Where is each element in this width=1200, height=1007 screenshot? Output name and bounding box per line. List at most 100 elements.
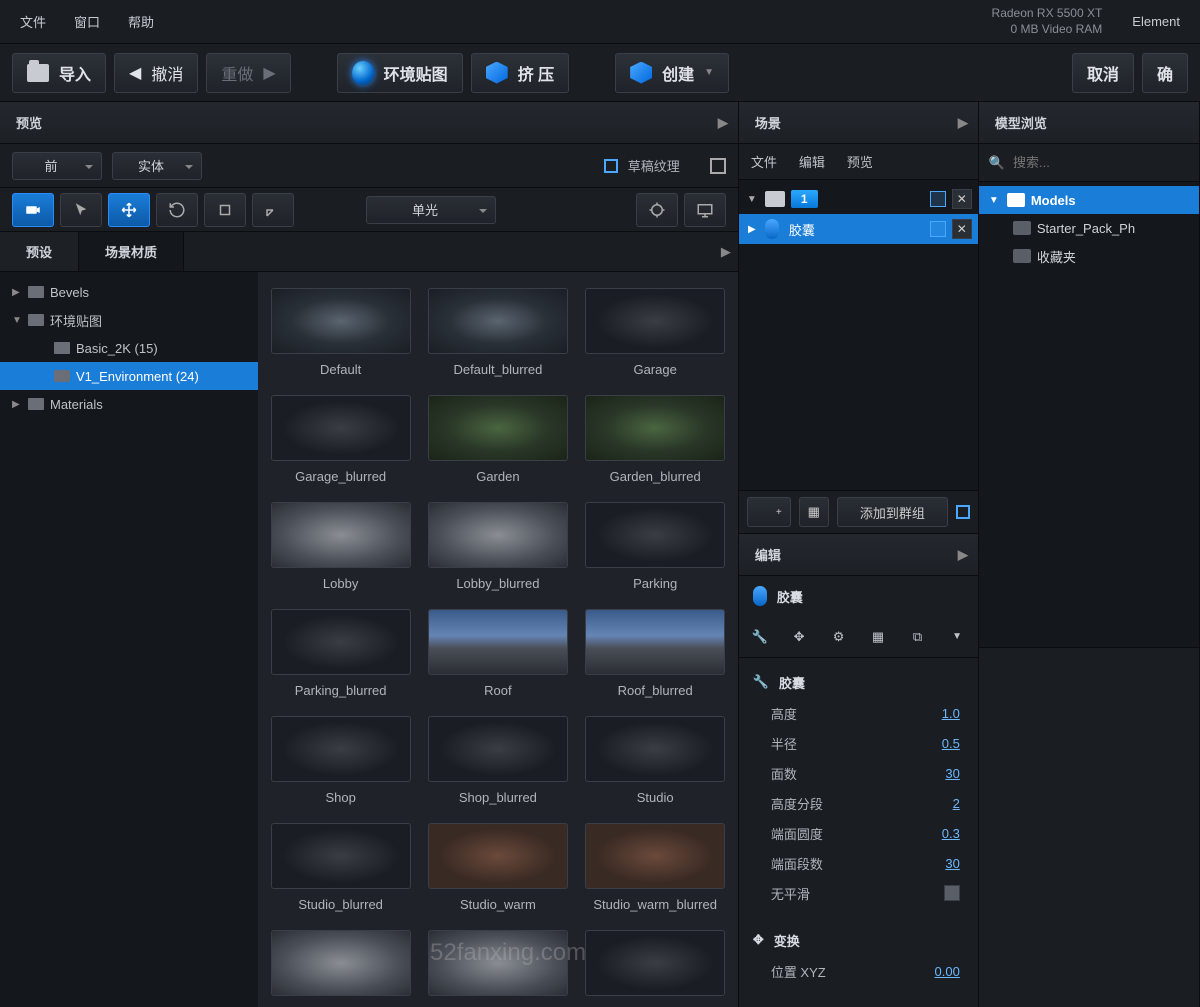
environment-button[interactable]: 环境贴图 <box>337 53 463 93</box>
property-value[interactable]: 2 <box>930 796 960 811</box>
view-dropdown[interactable]: 前 <box>12 152 102 180</box>
property-value[interactable]: 0.5 <box>930 736 960 751</box>
move-icon[interactable]: ✥ <box>788 624 810 650</box>
target-icon[interactable] <box>636 193 678 227</box>
anchor-tool[interactable] <box>252 193 294 227</box>
thumbnail-item[interactable]: Garage <box>583 288 728 377</box>
chevron-down-icon[interactable]: ▼ <box>745 194 759 205</box>
scene-group-row[interactable]: ▼ 1 ✕ <box>739 184 978 214</box>
search-row: 🔍 <box>979 144 1199 182</box>
property-value[interactable]: 30 <box>930 766 960 781</box>
thumbnail-item[interactable]: Studio_blurred <box>268 823 413 912</box>
visibility-toggle[interactable] <box>930 191 946 207</box>
chevron-right-icon[interactable]: ▶ <box>745 224 759 235</box>
browser-tabs: 预设 场景材质 ▶ <box>0 232 738 272</box>
delete-button[interactable]: ✕ <box>952 189 972 209</box>
chevron-down-icon: ▼ <box>704 67 714 78</box>
property-value[interactable]: 1.0 <box>930 706 960 721</box>
thumbnail-item[interactable]: Default <box>268 288 413 377</box>
models-favorites[interactable]: 收藏夹 <box>979 242 1199 270</box>
thumbnail-item[interactable]: Lobby <box>268 502 413 591</box>
gears-icon[interactable]: ⚙ <box>828 624 850 650</box>
property-row: 端面圆度0.3 <box>739 818 978 848</box>
thumbnail-item[interactable]: Shop <box>268 716 413 805</box>
delete-button[interactable]: ✕ <box>952 219 972 239</box>
cancel-button[interactable]: 取消 <box>1072 53 1134 93</box>
collapse-icon[interactable]: ▶ <box>714 102 732 143</box>
thumbnail-item[interactable] <box>583 930 728 1004</box>
tree-materials[interactable]: ▶Materials <box>0 390 258 418</box>
checker-icon[interactable]: ▦ <box>867 624 889 650</box>
tree-v1-environment[interactable]: V1_Environment (24) <box>0 362 258 390</box>
tree-bevels[interactable]: ▶Bevels <box>0 278 258 306</box>
layers-icon[interactable]: ⧉ <box>907 624 929 650</box>
checkbox-draft[interactable] <box>604 159 618 173</box>
thumbnail-item[interactable]: Garage_blurred <box>268 395 413 484</box>
light-dropdown[interactable]: 单光 <box>366 196 496 224</box>
thumbnail-label: Lobby_blurred <box>456 576 539 591</box>
property-value[interactable]: 30 <box>930 856 960 871</box>
models-starter[interactable]: Starter_Pack_Ph <box>979 214 1199 242</box>
thumbnail-item[interactable]: Roof <box>425 609 570 698</box>
add-to-group-button[interactable]: 添加到群组 <box>837 497 948 527</box>
tree-basic2k[interactable]: Basic_2K (15) <box>0 334 258 362</box>
tree-environment[interactable]: ▼环境贴图 <box>0 306 258 334</box>
scene-object-row[interactable]: ▶ 胶囊 ✕ <box>739 214 978 244</box>
undo-button[interactable]: ◀ 撤消 <box>114 53 198 93</box>
thumbnail-item[interactable]: Lobby_blurred <box>425 502 570 591</box>
checkbox[interactable] <box>956 505 970 519</box>
thumbnail-item[interactable]: Studio_warm_blurred <box>583 823 728 912</box>
thumbnail-item[interactable]: Garden <box>425 395 570 484</box>
menu-help[interactable]: 帮助 <box>128 12 154 31</box>
move-tool[interactable] <box>108 193 150 227</box>
collapse-icon[interactable]: ▶ <box>714 232 738 271</box>
grid-button[interactable]: ▦ <box>799 497 829 527</box>
fullscreen-icon[interactable] <box>710 158 726 174</box>
redo-button[interactable]: 重做 ▶ <box>206 53 290 93</box>
scene-menu-file[interactable]: 文件 <box>751 152 777 171</box>
camera-tool[interactable] <box>12 193 54 227</box>
thumbnail-item[interactable] <box>268 930 413 1004</box>
shade-dropdown[interactable]: 实体 <box>112 152 202 180</box>
thumbnail-item[interactable]: Studio_warm <box>425 823 570 912</box>
thumbnail-item[interactable]: Parking_blurred <box>268 609 413 698</box>
import-button[interactable]: 导入 <box>12 53 106 93</box>
thumbnail-item[interactable]: Roof_blurred <box>583 609 728 698</box>
tab-scene-materials[interactable]: 场景材质 <box>79 232 184 271</box>
select-tool[interactable] <box>60 193 102 227</box>
ok-button[interactable]: 确 <box>1142 53 1188 93</box>
cancel-label: 取消 <box>1087 61 1119 85</box>
property-value[interactable]: 0.3 <box>930 826 960 841</box>
checkbox[interactable] <box>944 885 960 901</box>
scale-tool[interactable] <box>204 193 246 227</box>
tree-bevels-label: Bevels <box>50 285 89 300</box>
add-folder-button[interactable]: + <box>747 497 791 527</box>
thumbnail-item[interactable]: Studio <box>583 716 728 805</box>
prop-no-smooth: 无平滑 <box>739 878 978 908</box>
thumbnail-item[interactable]: Default_blurred <box>425 288 570 377</box>
capsule-section-head[interactable]: 🔧 胶囊 <box>739 666 978 698</box>
collapse-icon[interactable]: ▶ <box>954 534 972 575</box>
thumbnail-item[interactable]: Shop_blurred <box>425 716 570 805</box>
chevron-down-icon[interactable]: ▼ <box>946 624 968 650</box>
rotate-tool[interactable] <box>156 193 198 227</box>
create-button[interactable]: 创建 ▼ <box>615 53 729 93</box>
position-value[interactable]: 0.00 <box>930 964 960 979</box>
thumbnail-item[interactable] <box>425 930 570 1004</box>
tab-presets[interactable]: 预设 <box>0 232 79 271</box>
extrude-button[interactable]: 挤 压 <box>471 53 569 93</box>
scene-menu-edit[interactable]: 编辑 <box>799 152 825 171</box>
menu-window[interactable]: 窗口 <box>74 12 100 31</box>
collapse-icon[interactable]: ▶ <box>954 102 972 143</box>
search-input[interactable] <box>1013 155 1189 170</box>
scene-menu-preview[interactable]: 预览 <box>847 152 873 171</box>
monitor-icon[interactable] <box>684 193 726 227</box>
thumbnail-item[interactable]: Garden_blurred <box>583 395 728 484</box>
thumbnail-item[interactable]: Parking <box>583 502 728 591</box>
gpu-ram: 0 MB Video RAM <box>992 22 1103 38</box>
menu-file[interactable]: 文件 <box>20 12 46 31</box>
transform-section-head[interactable]: ✥ 变换 <box>739 924 978 956</box>
visibility-toggle[interactable] <box>930 221 946 237</box>
models-root[interactable]: ▼ Models <box>979 186 1199 214</box>
wrench-icon[interactable]: 🔧 <box>749 624 771 650</box>
